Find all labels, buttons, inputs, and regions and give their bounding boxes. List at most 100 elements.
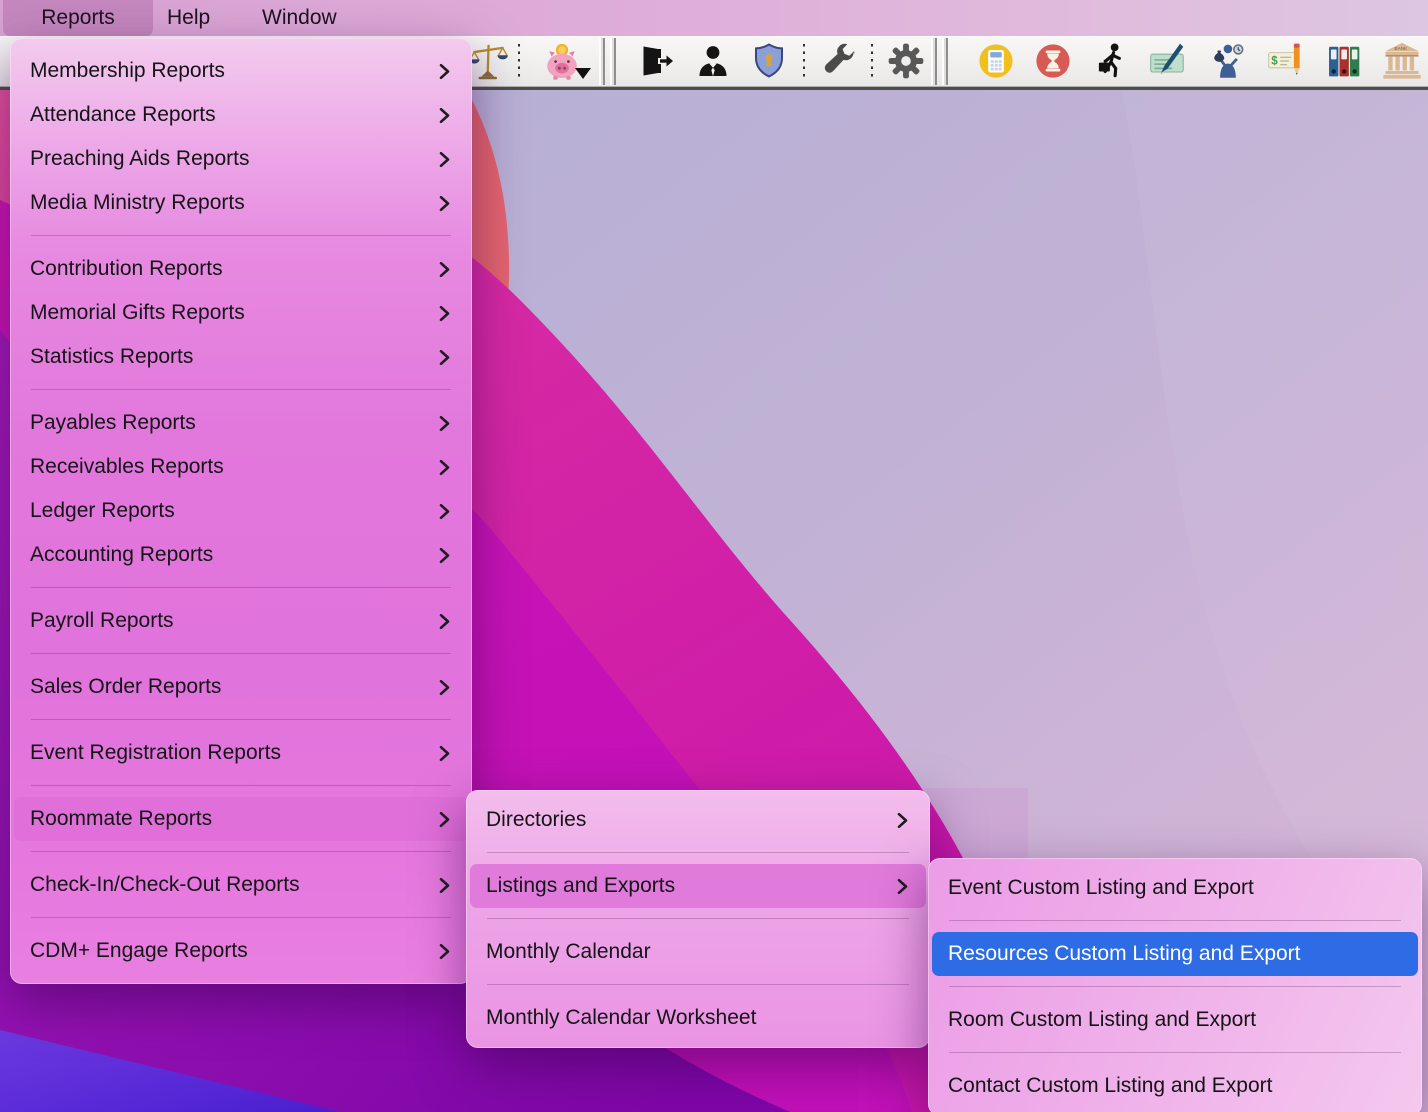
menu-item-attendance-reports[interactable]: Attendance Reports bbox=[10, 93, 472, 137]
menu-separator bbox=[487, 984, 909, 985]
menu-separator bbox=[487, 852, 909, 853]
menu-item-label: Receivables Reports bbox=[30, 455, 439, 479]
menu-item-event-registration-reports[interactable]: Event Registration Reports bbox=[10, 731, 472, 775]
menu-separator bbox=[31, 235, 451, 236]
menu-item-label: Statistics Reports bbox=[30, 345, 439, 369]
menu-item-receivables-reports[interactable]: Receivables Reports bbox=[10, 445, 472, 489]
chevron-right-icon bbox=[439, 459, 450, 476]
menu-item-label: CDM+ Engage Reports bbox=[30, 939, 439, 963]
chevron-right-icon bbox=[439, 679, 450, 696]
menu-item-label: Event Registration Reports bbox=[30, 741, 439, 765]
menubar-item-help[interactable]: Help bbox=[167, 0, 210, 36]
chevron-right-icon bbox=[439, 261, 450, 278]
menu-item-check-in-check-out-reports[interactable]: Check-In/Check-Out Reports bbox=[10, 863, 472, 907]
menu-item-label: Check-In/Check-Out Reports bbox=[30, 873, 439, 897]
menu-item-label: Payables Reports bbox=[30, 411, 439, 435]
chevron-right-icon bbox=[439, 547, 450, 564]
chevron-right-icon bbox=[439, 503, 450, 520]
menu-item-ledger-reports[interactable]: Ledger Reports bbox=[10, 489, 472, 533]
menu-item-label: Monthly Calendar bbox=[486, 940, 908, 964]
menu-item-roommate-reports[interactable]: Roommate Reports bbox=[14, 797, 468, 841]
menu-item-label: Membership Reports bbox=[30, 59, 439, 83]
toolbar-separator-dotted bbox=[518, 44, 520, 78]
menu-item-media-ministry-reports[interactable]: Media Ministry Reports bbox=[10, 181, 472, 225]
visitor-walking-icon[interactable] bbox=[1089, 38, 1135, 84]
menu-item-sales-order-reports[interactable]: Sales Order Reports bbox=[10, 665, 472, 709]
menu-item-payables-reports[interactable]: Payables Reports bbox=[10, 401, 472, 445]
user-icon[interactable] bbox=[690, 38, 736, 84]
check-writing-icon[interactable] bbox=[1145, 38, 1191, 84]
menu-item-contribution-reports[interactable]: Contribution Reports bbox=[10, 247, 472, 291]
menu-item-memorial-gifts-reports[interactable]: Memorial Gifts Reports bbox=[10, 291, 472, 335]
menu-item-label: Roommate Reports bbox=[30, 807, 439, 831]
wrench-icon[interactable] bbox=[817, 38, 863, 84]
menu-item-label: Payroll Reports bbox=[30, 609, 439, 633]
toolbar-separator-bars bbox=[599, 38, 616, 85]
menu-item-label: Attendance Reports bbox=[30, 103, 439, 127]
chevron-right-icon bbox=[897, 878, 908, 895]
menu-separator bbox=[31, 851, 451, 852]
calculator-icon[interactable] bbox=[973, 38, 1019, 84]
chevron-right-icon bbox=[439, 151, 450, 168]
menu-item-payroll-reports[interactable]: Payroll Reports bbox=[10, 599, 472, 643]
menu-item-event-custom-listing-and-export[interactable]: Event Custom Listing and Export bbox=[928, 866, 1422, 910]
check-pencil-icon[interactable]: $ bbox=[1263, 38, 1309, 84]
menu-item-resources-custom-listing-and-export[interactable]: Resources Custom Listing and Export bbox=[932, 932, 1418, 976]
bank-icon[interactable]: BANK bbox=[1379, 38, 1425, 84]
reports-menu: Membership Reports Attendance Reports Pr… bbox=[10, 38, 472, 984]
menu-item-label: Sales Order Reports bbox=[30, 675, 439, 699]
chevron-right-icon bbox=[897, 812, 908, 829]
payroll-person-icon[interactable] bbox=[1206, 38, 1252, 84]
menu-item-listings-and-exports[interactable]: Listings and Exports bbox=[470, 864, 926, 908]
menubar-item-reports[interactable]: Reports bbox=[3, 0, 153, 36]
menu-separator bbox=[487, 918, 909, 919]
menu-item-label: Contact Custom Listing and Export bbox=[948, 1074, 1400, 1098]
roommate-reports-submenu: Directories Listings and Exports Monthly… bbox=[466, 790, 930, 1048]
menu-separator bbox=[31, 917, 451, 918]
menu-item-label: Monthly Calendar Worksheet bbox=[486, 1006, 908, 1030]
chevron-right-icon bbox=[439, 195, 450, 212]
piggy-bank-dropdown-icon[interactable] bbox=[575, 68, 591, 79]
chevron-right-icon bbox=[439, 877, 450, 894]
chevron-right-icon bbox=[439, 107, 450, 124]
menu-separator bbox=[31, 389, 451, 390]
menu-item-room-custom-listing-and-export[interactable]: Room Custom Listing and Export bbox=[928, 998, 1422, 1042]
menu-item-label: Media Ministry Reports bbox=[30, 191, 439, 215]
chevron-right-icon bbox=[439, 745, 450, 762]
menu-item-label: Memorial Gifts Reports bbox=[30, 301, 439, 325]
menu-item-label: Room Custom Listing and Export bbox=[948, 1008, 1400, 1032]
menubar-item-window[interactable]: Window bbox=[262, 0, 337, 36]
menu-item-monthly-calendar-worksheet[interactable]: Monthly Calendar Worksheet bbox=[466, 996, 930, 1040]
menu-item-statistics-reports[interactable]: Statistics Reports bbox=[10, 335, 472, 379]
menu-item-monthly-calendar[interactable]: Monthly Calendar bbox=[466, 930, 930, 974]
menu-item-label: Event Custom Listing and Export bbox=[948, 876, 1400, 900]
chevron-right-icon bbox=[439, 349, 450, 366]
menu-separator bbox=[31, 719, 451, 720]
gear-icon[interactable] bbox=[883, 38, 929, 84]
menu-separator bbox=[949, 1052, 1401, 1053]
menu-separator bbox=[31, 785, 451, 786]
toolbar-separator-bars bbox=[931, 38, 948, 85]
menu-item-cdm-engage-reports[interactable]: CDM+ Engage Reports bbox=[10, 929, 472, 973]
menu-item-label: Directories bbox=[486, 808, 897, 832]
svg-text:$: $ bbox=[1271, 56, 1278, 68]
sign-out-door-icon[interactable] bbox=[633, 38, 679, 84]
menu-item-accounting-reports[interactable]: Accounting Reports bbox=[10, 533, 472, 577]
hourglass-icon[interactable] bbox=[1030, 38, 1076, 84]
chevron-right-icon bbox=[439, 943, 450, 960]
chevron-right-icon bbox=[439, 415, 450, 432]
security-shield-icon[interactable] bbox=[746, 38, 792, 84]
menu-item-directories[interactable]: Directories bbox=[466, 798, 930, 842]
menu-item-label: Preaching Aids Reports bbox=[30, 147, 439, 171]
menu-separator bbox=[31, 653, 451, 654]
binders-icon[interactable] bbox=[1322, 38, 1368, 84]
menu-item-label: Listings and Exports bbox=[486, 874, 897, 898]
chevron-right-icon bbox=[439, 811, 450, 828]
menu-item-membership-reports[interactable]: Membership Reports bbox=[10, 49, 472, 93]
menu-separator bbox=[949, 986, 1401, 987]
chevron-right-icon bbox=[439, 305, 450, 322]
menu-separator bbox=[949, 920, 1401, 921]
menu-item-contact-custom-listing-and-export[interactable]: Contact Custom Listing and Export bbox=[928, 1064, 1422, 1108]
menu-item-label: Resources Custom Listing and Export bbox=[948, 942, 1400, 966]
menu-item-preaching-aids-reports[interactable]: Preaching Aids Reports bbox=[10, 137, 472, 181]
